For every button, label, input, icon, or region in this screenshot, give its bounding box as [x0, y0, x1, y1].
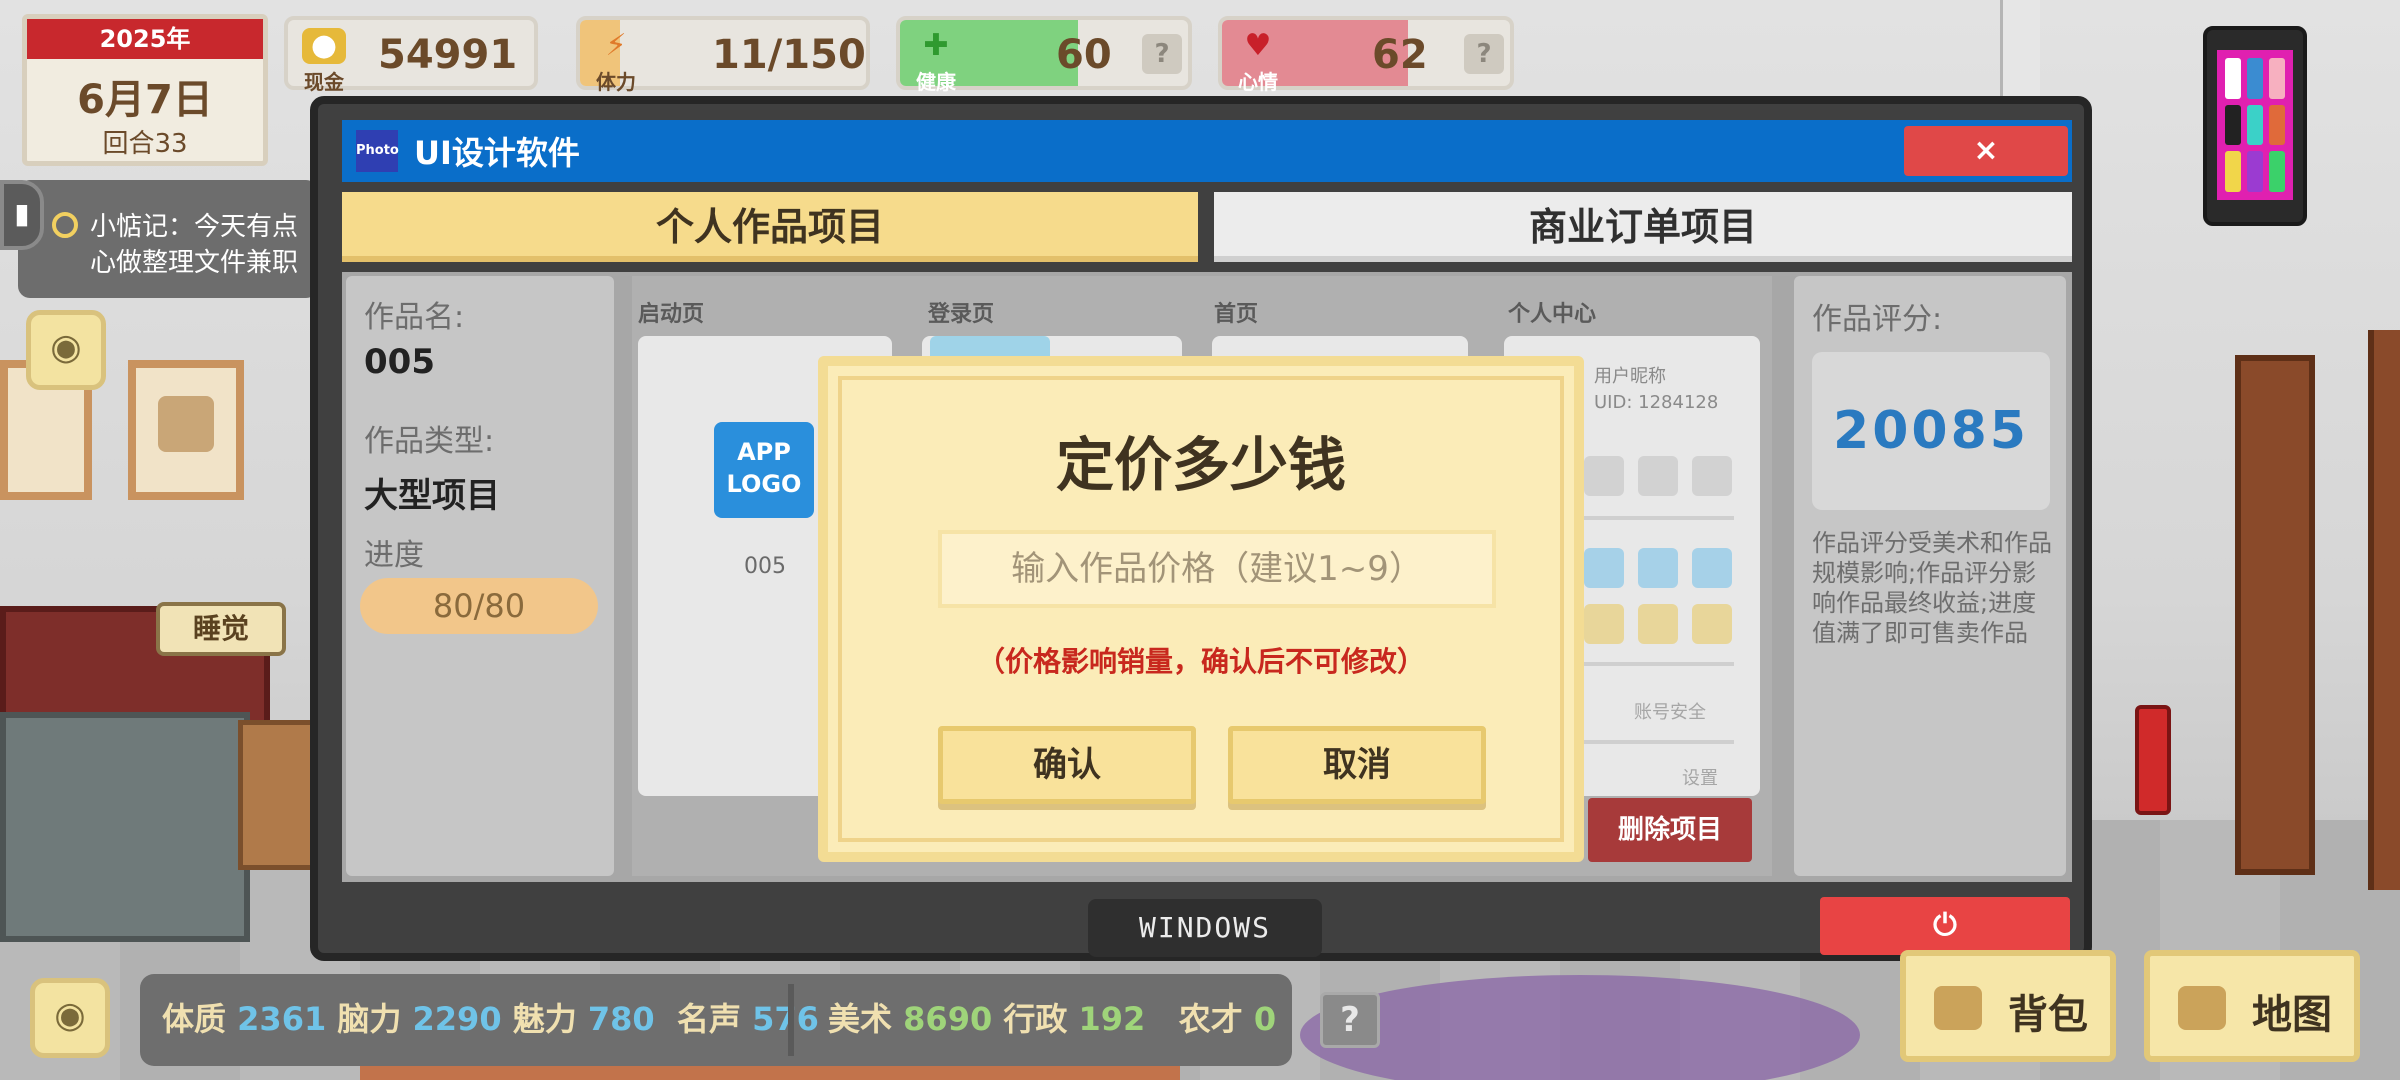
attr-value: 576	[752, 1000, 819, 1038]
attributes-bar: 体质 2361 脑力 2290 魅力 780 名声 576 美术 8690 行政…	[140, 974, 1380, 1066]
profile-account-security: 账号安全	[1634, 702, 1706, 723]
screen-label-home: 首页	[1214, 302, 1259, 327]
attr-group-1: 体质 2361 脑力 2290 魅力 780 名声 576	[162, 994, 819, 1040]
calendar-turn: 回合33	[102, 129, 188, 159]
money-label: 现金	[304, 70, 344, 94]
plus-icon: ✚	[923, 28, 949, 63]
attr-name: 农才	[1178, 1000, 1243, 1038]
attr-name: 脑力	[337, 1000, 402, 1038]
memo-line-2: 心做整理文件兼职	[90, 248, 299, 278]
screen-label-profile: 个人中心	[1508, 302, 1597, 327]
attr-value: 2361	[237, 1000, 327, 1038]
power-button[interactable]: ⏻	[1820, 897, 2070, 955]
attr-value: 780	[587, 1000, 655, 1038]
phone-screen	[2217, 50, 2293, 200]
attr-name: 名声	[676, 1000, 741, 1038]
price-warning: （价格影响销量，确认后不可修改）	[976, 645, 1425, 678]
health-stat: ✚ 健康 60 ?	[896, 16, 1192, 94]
attr-value: 2290	[412, 1000, 502, 1038]
app-logo-tile: APP LOGO	[714, 422, 814, 518]
tab-personal-projects[interactable]: 个人作品项目	[342, 192, 1198, 262]
attributes-help-button[interactable]: ?	[1320, 992, 1380, 1048]
nightstand	[238, 720, 318, 870]
health-value: 60	[1056, 32, 1112, 78]
money-stat: ● 现金 54991	[284, 16, 538, 94]
map-label: 地图	[2252, 992, 2332, 1038]
project-type-value: 大型项目	[364, 476, 500, 516]
window-title: UI设计软件	[414, 134, 580, 172]
delete-project-button[interactable]: 删除项目	[1588, 798, 1752, 862]
stamina-value: 11/150	[712, 32, 866, 78]
attr-value: 8690	[903, 1000, 993, 1038]
attr-value: 192	[1078, 1000, 1146, 1038]
stamina-stat: ⚡ 体力 11/150	[576, 16, 870, 94]
progress-label: 进度	[364, 538, 424, 573]
tab-commercial-orders[interactable]: 商业订单项目	[1214, 192, 2072, 262]
mood-value: 62	[1372, 32, 1428, 78]
calendar-year: 2025年	[27, 19, 263, 59]
heart-icon: ♥	[1244, 28, 1272, 63]
project-name-label: 作品名:	[364, 300, 465, 335]
sleep-bubble[interactable]: 睡觉	[156, 602, 286, 656]
attr-name: 行政	[1003, 1000, 1068, 1038]
profile-nickname: 用户昵称	[1594, 366, 1666, 387]
cancel-button[interactable]: 取消	[1228, 726, 1486, 804]
memo-note[interactable]: 小惦记：今天有点 心做整理文件兼职	[18, 180, 318, 298]
confirm-button[interactable]: 确认	[938, 726, 1196, 804]
money-value: 54991	[378, 32, 518, 78]
health-help-button[interactable]: ?	[1142, 34, 1182, 74]
attr-name: 魅力	[512, 1000, 577, 1038]
eye-toggle-icon[interactable]: ◉	[30, 978, 110, 1058]
pricing-dialog: 定价多少钱 （价格影响销量，确认后不可修改） 确认 取消	[818, 356, 1584, 862]
attr-value: 0	[1253, 1000, 1277, 1038]
memo-line-1: 小惦记：今天有点	[90, 212, 299, 242]
backpack-icon	[1934, 986, 1982, 1030]
dialog-title: 定价多少钱	[1055, 431, 1346, 499]
score-description: 作品评分受美术和作品规模影响;作品评分影响作品最终收益;进度值满了即可售卖作品	[1812, 529, 2052, 647]
wall-picture-portrait	[128, 360, 244, 500]
score-label: 作品评分:	[1812, 302, 1943, 337]
coin-icon: ●	[302, 28, 346, 64]
price-input[interactable]	[938, 530, 1496, 608]
attr-name: 美术	[828, 1000, 893, 1038]
screen-label-splash: 启动页	[638, 302, 705, 327]
door-edge	[2368, 330, 2400, 890]
score-panel: 作品评分: 20085 作品评分受美术和作品规模影响;作品评分影响作品最终收益;…	[1794, 276, 2066, 876]
project-name-value: 005	[364, 342, 435, 382]
backpack-label: 背包	[2008, 992, 2088, 1038]
window-titlebar: Photo UI设计软件 ×	[342, 120, 2072, 182]
bed[interactable]	[0, 712, 250, 942]
door[interactable]	[2235, 355, 2315, 875]
progress-bar: 80/80	[360, 578, 598, 634]
calendar: 2025年 6月7日 回合33	[22, 14, 268, 166]
map-button[interactable]: 地图	[2144, 950, 2360, 1062]
mood-stat: ♥ 心情 62 ?	[1218, 16, 1514, 94]
attr-group-2: 美术 8690 行政 192 农才 0	[828, 994, 1276, 1040]
profile-settings: 设置	[1682, 768, 1718, 789]
project-info-panel: 作品名: 005 作品类型: 大型项目 进度 80/80	[346, 276, 614, 876]
profile-uid: UID: 1284128	[1594, 392, 1719, 413]
chat-toggle-button[interactable]: ▮	[0, 180, 44, 250]
fire-extinguisher	[2135, 705, 2171, 815]
app-logo-icon: Photo	[356, 130, 399, 172]
eye-icon[interactable]: ◉	[26, 310, 106, 390]
close-button[interactable]: ×	[1904, 126, 2068, 176]
score-value: 20085	[1812, 352, 2050, 510]
screen-label-login: 登录页	[928, 302, 995, 327]
health-label: 健康	[916, 70, 956, 94]
attr-name: 体质	[162, 1000, 227, 1038]
stamina-label: 体力	[596, 70, 636, 94]
calendar-date: 6月7日	[77, 77, 213, 123]
mood-help-button[interactable]: ?	[1464, 34, 1504, 74]
phone-button[interactable]	[2203, 26, 2307, 226]
project-type-label: 作品类型:	[364, 424, 495, 459]
map-icon	[2178, 986, 2226, 1030]
windows-taskbar-label[interactable]: WINDOWS	[1088, 899, 1322, 957]
mood-label: 心情	[1238, 70, 1278, 94]
backpack-button[interactable]: 背包	[1900, 950, 2116, 1062]
lightning-icon: ⚡	[605, 28, 627, 63]
memo-ring-icon	[52, 212, 78, 238]
